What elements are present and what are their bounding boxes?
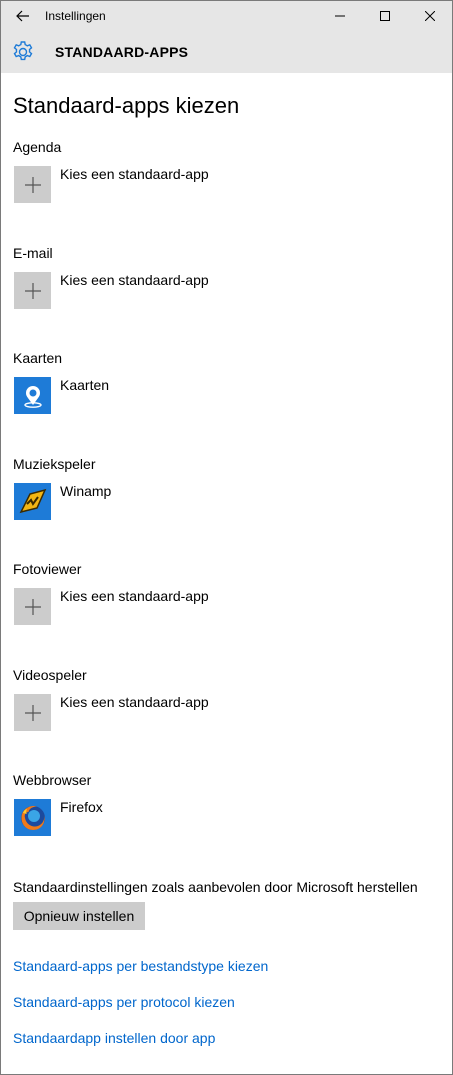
default-app-picker[interactable]: Firefox <box>14 799 103 836</box>
default-app-picker[interactable]: Kies een standaard-app <box>14 588 209 625</box>
section-label: Kaarten <box>13 350 63 366</box>
section-label: Agenda <box>13 139 62 155</box>
maximize-button[interactable] <box>362 1 407 31</box>
settings-window: Instellingen STANDAARD-APPS Standaard-ap… <box>0 0 453 1075</box>
plus-icon <box>14 588 51 625</box>
plus-icon <box>14 272 51 309</box>
winamp-icon <box>14 483 51 520</box>
section-label: Videospeler <box>13 667 87 683</box>
link-choose-by-protocol[interactable]: Standaard-apps per protocol kiezen <box>13 994 235 1010</box>
page-title: Standaard-apps kiezen <box>13 93 240 118</box>
maps-icon <box>14 377 51 414</box>
reset-button[interactable]: Opnieuw instellen <box>13 902 145 930</box>
back-arrow-icon <box>16 10 29 22</box>
close-button[interactable] <box>407 1 452 31</box>
default-app-picker[interactable]: Winamp <box>14 483 111 520</box>
app-name: Winamp <box>60 483 112 499</box>
app-name: Kies een standaard-app <box>60 588 209 604</box>
app-name: Kies een standaard-app <box>60 694 209 710</box>
default-app-picker[interactable]: Kies een standaard-app <box>14 166 209 203</box>
back-button[interactable] <box>1 1 45 31</box>
page-header: STANDAARD-APPS <box>1 31 452 73</box>
link-choose-by-file-type[interactable]: Standaard-apps per bestandstype kiezen <box>13 958 268 974</box>
default-app-picker[interactable]: Kaarten <box>14 377 109 414</box>
close-icon <box>424 11 435 21</box>
gear-icon <box>13 41 33 61</box>
section-label: Webbrowser <box>13 772 92 788</box>
plus-icon <box>14 694 51 731</box>
minimize-icon <box>334 15 345 17</box>
app-name: Kaarten <box>60 377 110 393</box>
firefox-icon <box>14 799 51 836</box>
minimize-button[interactable] <box>317 1 362 31</box>
app-name: Kies een standaard-app <box>60 272 209 288</box>
link-set-defaults-by-app[interactable]: Standaardapp instellen door app <box>13 1030 215 1046</box>
section-label: Muziekspeler <box>13 456 96 472</box>
title-bar: Instellingen <box>1 1 452 31</box>
maximize-icon <box>379 11 390 21</box>
header-title: STANDAARD-APPS <box>55 44 189 60</box>
default-app-picker[interactable]: Kies een standaard-app <box>14 272 209 309</box>
app-name: Kies een standaard-app <box>60 166 209 182</box>
app-name: Firefox <box>60 799 103 815</box>
default-app-picker[interactable]: Kies een standaard-app <box>14 694 209 731</box>
section-label: E-mail <box>13 245 53 261</box>
section-label: Fotoviewer <box>13 561 82 577</box>
reset-description: Standaardinstellingen zoals aanbevolen d… <box>13 879 418 895</box>
window-title: Instellingen <box>45 9 106 23</box>
plus-icon <box>14 166 51 203</box>
